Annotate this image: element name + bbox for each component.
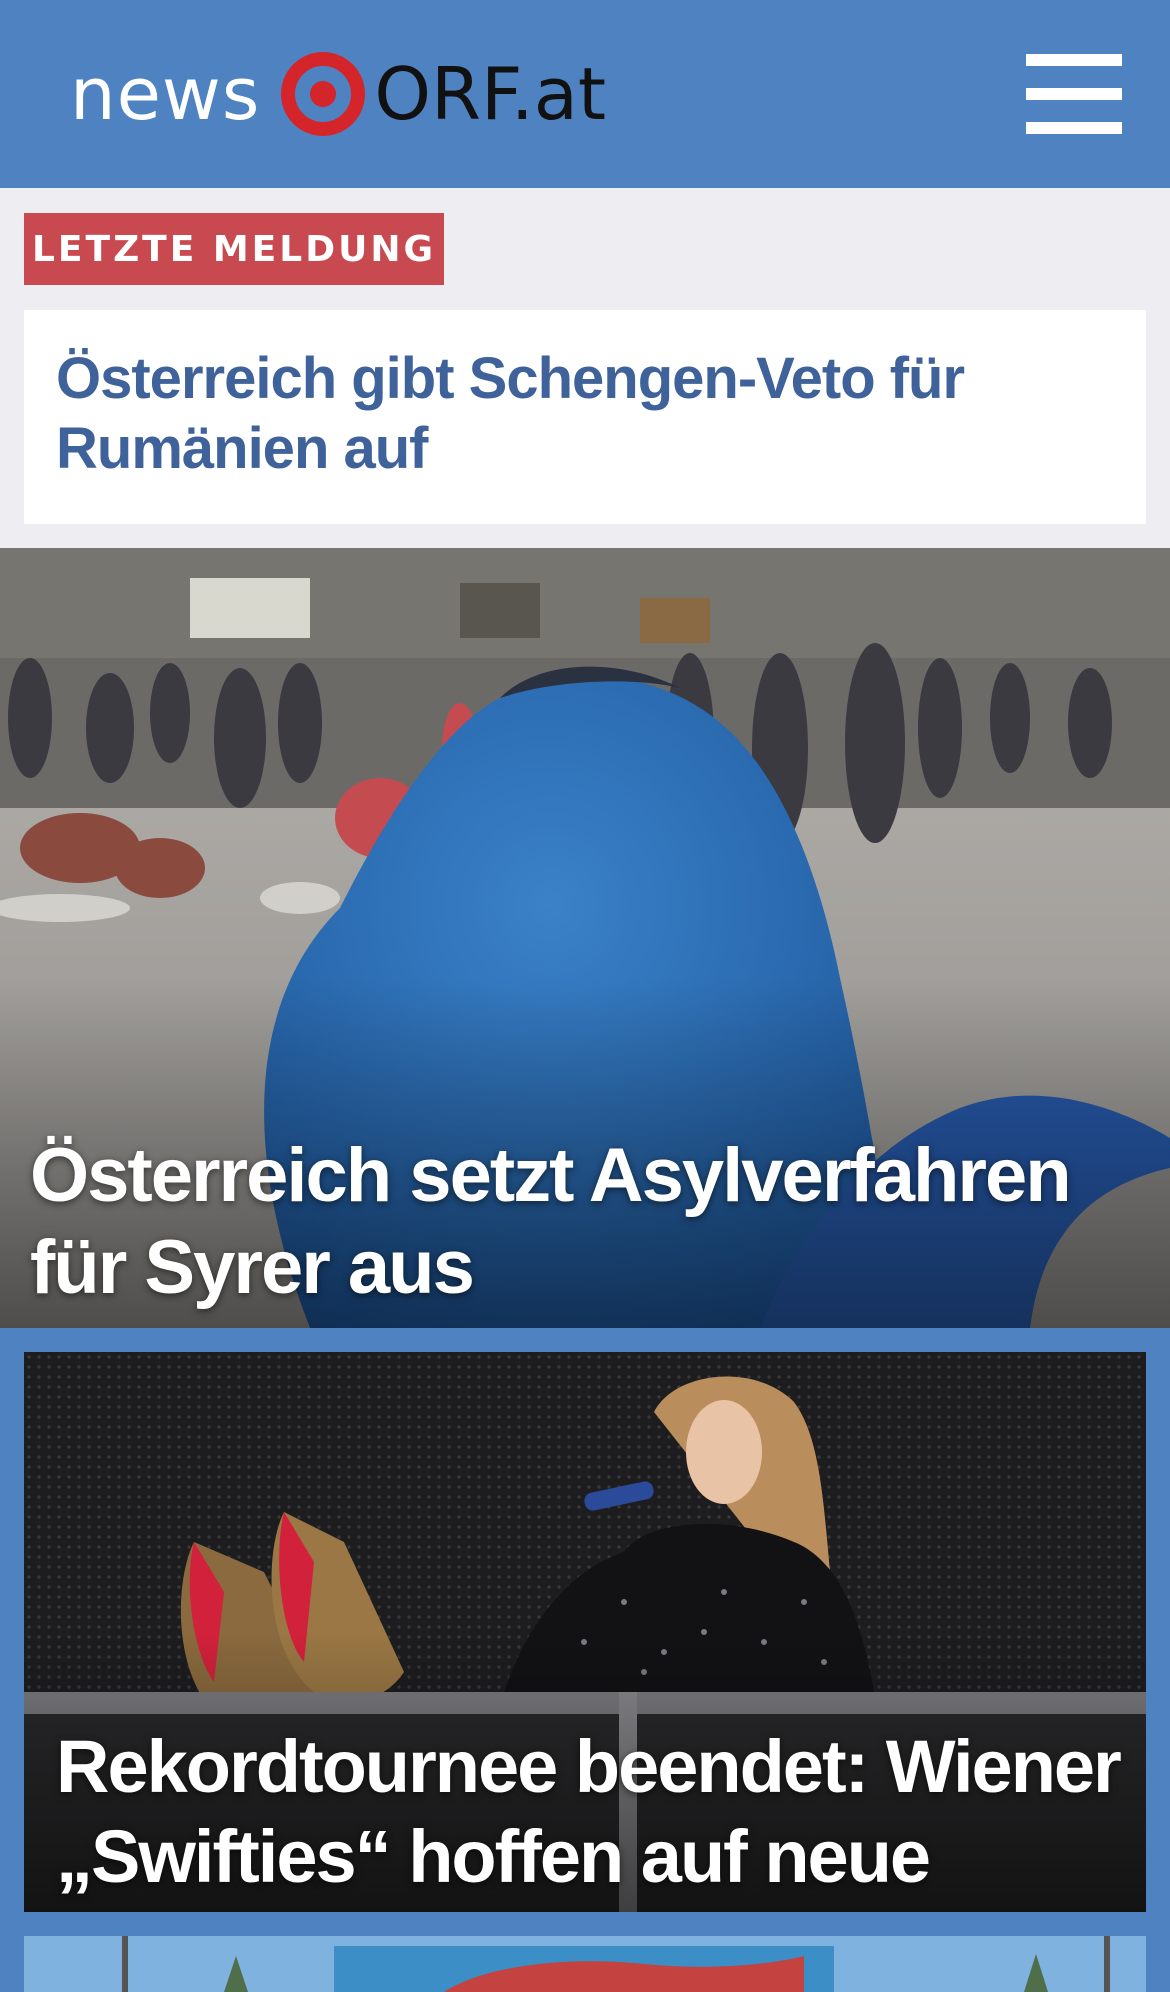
story-headline: Rekordtournee beendet: Wiener „Swifties“… (56, 1725, 1122, 1912)
orf-ring-icon (281, 52, 366, 136)
story-card-swifties[interactable]: Rekordtournee beendet: Wiener „Swifties“… (24, 1352, 1146, 1912)
logo-news-text: news (70, 52, 261, 136)
hamburger-menu-icon[interactable] (1026, 52, 1122, 136)
story-card-next[interactable] (24, 1936, 1146, 1992)
site-header: news ORF.at (0, 0, 1170, 188)
news-orf-logo[interactable]: news ORF.at (70, 48, 606, 140)
breaking-news-card[interactable]: Österreich gibt Schengen-Veto für Rumäni… (24, 310, 1146, 524)
logo-orf-text: ORF.at (374, 52, 607, 136)
breaking-news-badge: LETZTE MELDUNG (24, 213, 444, 285)
breaking-news-headline: Österreich gibt Schengen-Veto für Rumäni… (56, 346, 965, 481)
story-image-next (24, 1936, 1146, 1992)
story-card-asylum[interactable]: Österreich setzt Asylverfahren für Syrer… (0, 548, 1170, 1328)
story-headline: Österreich setzt Asylverfahren für Syrer… (30, 1133, 1072, 1310)
